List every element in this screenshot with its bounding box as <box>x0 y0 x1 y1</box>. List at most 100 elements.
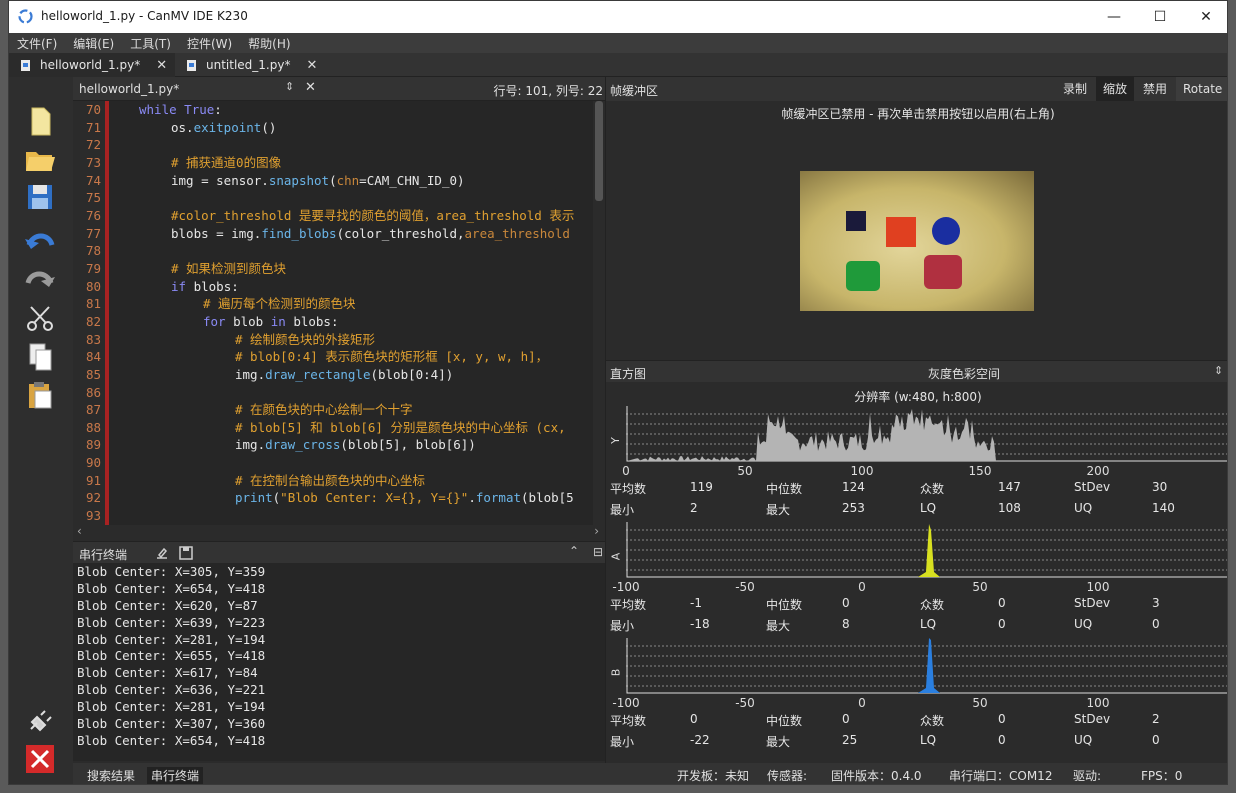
rotate-button[interactable]: Rotate <box>1176 77 1227 101</box>
code-line[interactable]: 72 <box>73 136 585 154</box>
paste-icon[interactable] <box>23 379 57 411</box>
code-line[interactable]: 77 blobs = img.find_blobs(color_threshold… <box>73 225 585 243</box>
stat-label: StDev <box>1074 480 1111 494</box>
code-line[interactable]: 81 # 遍历每个检测到的颜色块 <box>73 295 585 313</box>
serial-terminal-output[interactable]: Blob Center: X=305, Y=359 Blob Center: X=… <box>73 563 605 761</box>
maximize-panel-icon[interactable]: ⊟ <box>593 545 603 559</box>
disconnect-icon[interactable] <box>23 743 57 775</box>
stat-value: 8 <box>842 617 850 631</box>
clear-terminal-icon[interactable] <box>155 546 169 560</box>
save-icon[interactable] <box>23 181 57 213</box>
code-line[interactable]: 86 <box>73 384 585 402</box>
undo-icon[interactable] <box>23 227 57 259</box>
tab-search-results[interactable]: 搜索结果 <box>83 767 139 784</box>
stat-value: 253 <box>842 501 865 515</box>
close-button[interactable]: ✕ <box>1183 1 1227 33</box>
colorspace-select[interactable]: 灰度色彩空间 <box>928 365 1000 382</box>
stat-label: LQ <box>920 733 937 747</box>
close-tab-icon[interactable]: ✕ <box>306 58 317 73</box>
line-number: 83 <box>85 331 101 347</box>
collapse-panel-icon[interactable]: ⌃ <box>569 544 579 558</box>
copy-icon[interactable] <box>23 341 57 373</box>
tab-helloworld[interactable]: helloworld_1.py* ✕ <box>9 53 175 77</box>
title-bar: helloworld_1.py - CanMV IDE K230 — ☐ ✕ <box>9 1 1227 33</box>
cut-icon[interactable] <box>23 303 57 335</box>
code-line[interactable]: 83 # 绘制颜色块的外接矩形 <box>73 331 585 349</box>
x-tick-label: 0 <box>858 580 866 594</box>
stat-label: 中位数 <box>766 714 803 728</box>
code-line[interactable]: 75 <box>73 189 585 207</box>
code-line[interactable]: 87 # 在颜色块的中心绘制一个十字 <box>73 401 585 419</box>
close-tab-icon[interactable]: ✕ <box>156 58 167 73</box>
code-line[interactable]: 92 print("Blob Center: X={}, Y={}".format… <box>73 489 585 507</box>
redo-icon[interactable] <box>23 265 57 297</box>
stat-label: 最小 <box>610 619 635 633</box>
editor-vertical-scrollbar[interactable] <box>593 101 605 525</box>
code-text: # blob[0:4] 表示颜色块的矩形框 [x, y, w, h]， <box>235 349 549 365</box>
code-line[interactable]: 89 img.draw_cross(blob[5], blob[6]) <box>73 436 585 454</box>
code-line[interactable]: 79 # 如果检测到颜色块 <box>73 260 585 278</box>
record-button[interactable]: 录制 <box>1056 77 1094 101</box>
scroll-left-icon[interactable]: ‹ <box>77 524 82 538</box>
menu-widgets[interactable]: 控件(W) <box>179 35 240 52</box>
menu-file[interactable]: 文件(F) <box>9 35 65 52</box>
code-editor[interactable]: 70 while True: 71 os.exitpoint() 72 73 # 捕获通道0… <box>73 101 605 525</box>
code-text: #color_threshold 是要寻找的颜色的阈值，area_thresho… <box>171 207 575 223</box>
save-log-icon[interactable] <box>179 546 193 560</box>
stat-value: 0 <box>998 712 1006 726</box>
histogram-bars <box>627 409 1006 461</box>
code-line[interactable]: 90 <box>73 454 585 472</box>
line-number: 87 <box>85 402 101 418</box>
code-line[interactable]: 82 for blob in blobs: <box>73 313 585 331</box>
code-text: img.draw_cross(blob[5], blob[6]) <box>235 437 476 453</box>
editor-horizontal-scrollbar[interactable]: ‹ › <box>73 524 605 539</box>
code-line[interactable]: 74 img = sensor.snapshot(chn=CAM_CHN_ID_0… <box>73 172 585 190</box>
code-line[interactable]: 88 # blob[5] 和 blob[6] 分别是颜色块的中心坐标 (cx, <box>73 419 585 437</box>
zoom-button[interactable]: 缩放 <box>1096 77 1135 101</box>
stat-label: 最大 <box>766 503 791 517</box>
file-switch-arrows-icon[interactable]: ⇕ <box>285 80 294 93</box>
x-tick-label: 100 <box>850 464 874 478</box>
menu-edit[interactable]: 编辑(E) <box>65 35 122 52</box>
disable-button[interactable]: 禁用 <box>1136 77 1174 101</box>
scroll-right-icon[interactable]: › <box>594 524 599 538</box>
minimize-button[interactable]: — <box>1091 1 1137 33</box>
scroll-thumb[interactable] <box>595 101 603 201</box>
code-line[interactable]: 78 <box>73 242 585 260</box>
code-line[interactable]: 84 # blob[0:4] 表示颜色块的矩形框 [x, y, w, h]， <box>73 348 585 366</box>
stat-label: UQ <box>1074 733 1093 747</box>
tab-serial-terminal[interactable]: 串行终端 <box>147 767 204 784</box>
terminal-line: Blob Center: X=655, Y=418 <box>77 648 266 664</box>
stat-label: 最大 <box>766 619 791 633</box>
code-line[interactable]: 80 if blobs: <box>73 278 585 296</box>
histogram-bars <box>918 638 940 693</box>
code-line[interactable]: 71 os.exitpoint() <box>73 119 585 137</box>
tab-label: untitled_1.py* <box>206 58 291 72</box>
channel-label: B <box>609 668 623 677</box>
code-line[interactable]: 70 while True: <box>73 101 585 119</box>
code-line[interactable]: 85 img.draw_rectangle(blob[0:4]) <box>73 366 585 384</box>
line-number: 72 <box>85 137 101 153</box>
editor-filename[interactable]: helloworld_1.py* <box>79 82 179 96</box>
new-file-icon[interactable] <box>23 105 57 137</box>
histogram-area: 分辨率 (w:480, h:800) Y 0 50 100 150 200 平均数 119 中位… <box>606 382 1227 763</box>
stat-label: 众数 <box>920 598 945 612</box>
menu-help[interactable]: 帮助(H) <box>240 35 298 52</box>
code-line[interactable]: 91 # 在控制台输出颜色块的中心坐标 <box>73 472 585 490</box>
maximize-button[interactable]: ☐ <box>1137 1 1183 33</box>
line-number: 84 <box>85 349 101 365</box>
colorspace-dropdown-icon[interactable]: ⇕ <box>1214 364 1223 377</box>
histogram-header: 直方图 灰度色彩空间 ⇕ <box>606 360 1227 382</box>
connect-icon[interactable] <box>23 705 57 737</box>
code-line[interactable]: 93 <box>73 507 585 525</box>
code-line[interactable]: 76 #color_threshold 是要寻找的颜色的阈值，area_thres… <box>73 207 585 225</box>
x-tick-label: 100 <box>1086 580 1110 594</box>
menu-tools[interactable]: 工具(T) <box>122 35 179 52</box>
tab-untitled[interactable]: untitled_1.py* ✕ <box>179 53 329 77</box>
histogram-bars <box>918 524 940 577</box>
code-line[interactable]: 73 # 捕获通道0的图像 <box>73 154 585 172</box>
close-editor-icon[interactable]: ✕ <box>305 80 316 95</box>
line-number: 90 <box>85 455 101 471</box>
editor-header: helloworld_1.py* ⇕ ✕ 行号: 101, 列号: 22 <box>73 77 605 101</box>
open-folder-icon[interactable] <box>23 143 57 175</box>
